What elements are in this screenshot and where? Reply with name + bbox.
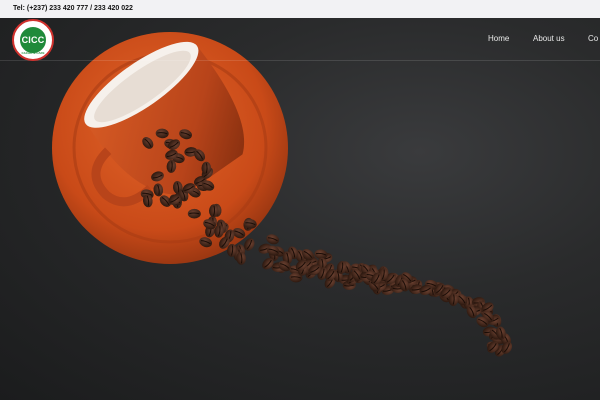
logo-initials: CICC bbox=[22, 35, 45, 45]
nav-home-link[interactable]: Home bbox=[488, 34, 509, 43]
header-divider bbox=[0, 60, 600, 61]
phone-text: Tel: (+237) 233 420 777 / 233 420 022 bbox=[13, 5, 133, 12]
nav-contact-link[interactable]: Co bbox=[588, 34, 598, 43]
logo-subtitle: CACAO & CAFE bbox=[14, 51, 52, 55]
top-contact-bar: Tel: (+237) 233 420 777 / 233 420 022 bbox=[0, 0, 600, 18]
coffee-cup-beans-image bbox=[0, 18, 600, 400]
nav-about-link[interactable]: About us bbox=[533, 34, 565, 43]
cicc-logo[interactable]: CICC CACAO & CAFE bbox=[12, 19, 54, 61]
hero-banner: CICC CACAO & CAFE Home About us Co bbox=[0, 18, 600, 400]
